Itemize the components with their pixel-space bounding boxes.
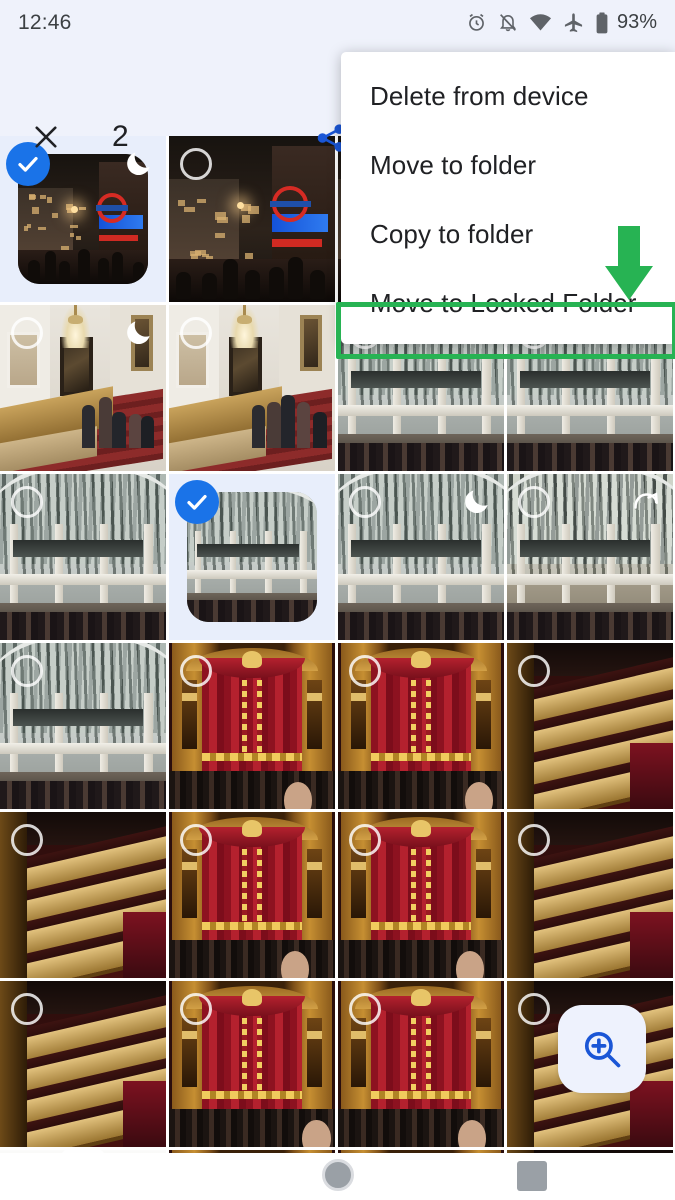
selection-ring-icon[interactable] <box>349 486 381 518</box>
photo-thumbnail[interactable] <box>0 305 166 471</box>
wifi-icon <box>529 12 552 33</box>
photo-grid-row <box>0 474 675 640</box>
photo-thumbnail[interactable] <box>169 981 335 1147</box>
menu-item-label: Delete from device <box>370 81 589 112</box>
photo-thumbnail-selected[interactable] <box>169 474 335 640</box>
menu-item-move-to-folder[interactable]: Move to folder <box>341 131 675 200</box>
photo-thumbnail[interactable] <box>169 136 335 302</box>
photo-thumbnail[interactable] <box>0 643 166 809</box>
selection-ring-icon[interactable] <box>11 993 43 1025</box>
selection-ring-icon[interactable] <box>11 486 43 518</box>
close-selection-button[interactable] <box>26 117 66 157</box>
status-bar-icons: 93% <box>466 11 657 34</box>
menu-item-label: Copy to folder <box>370 219 533 250</box>
selection-ring-icon[interactable] <box>349 655 381 687</box>
selection-ring-icon[interactable] <box>518 993 550 1025</box>
selection-ring-icon[interactable] <box>180 993 212 1025</box>
selection-ring-icon[interactable] <box>518 824 550 856</box>
photo-thumbnail[interactable] <box>169 305 335 471</box>
photo-grid-row <box>0 812 675 978</box>
battery-percent: 93% <box>617 11 657 34</box>
photo-thumbnail[interactable] <box>169 812 335 978</box>
selection-ring-icon[interactable] <box>180 148 212 180</box>
annotation-highlight-box <box>336 302 675 359</box>
battery-icon <box>595 12 609 34</box>
annotation-arrow-icon <box>600 226 658 302</box>
selection-ring-icon[interactable] <box>180 317 212 349</box>
selection-ring-icon[interactable] <box>11 824 43 856</box>
photo-thumbnail[interactable] <box>507 812 673 978</box>
nav-recents-button[interactable] <box>517 1161 547 1191</box>
android-nav-bar <box>0 1153 675 1200</box>
selection-ring-icon[interactable] <box>180 824 212 856</box>
photo-thumbnail[interactable] <box>338 643 504 809</box>
selection-ring-icon[interactable] <box>11 655 43 687</box>
photo-thumbnail-selected[interactable] <box>0 136 166 302</box>
status-bar-clock: 12:46 <box>18 11 72 35</box>
photo-thumbnail[interactable] <box>338 474 504 640</box>
notifications-muted-icon <box>498 12 518 33</box>
phone-screen: 12:46 <box>0 0 675 1200</box>
photo-thumbnail[interactable] <box>507 643 673 809</box>
selection-ring-icon[interactable] <box>518 655 550 687</box>
photo-thumbnail[interactable] <box>338 981 504 1147</box>
photo-thumbnail[interactable] <box>169 643 335 809</box>
selection-ring-icon[interactable] <box>518 486 550 518</box>
photo-thumbnail[interactable] <box>338 812 504 978</box>
selected-count: 2 <box>112 117 129 157</box>
photo-grid-row <box>0 643 675 809</box>
photo-thumbnail[interactable] <box>0 981 166 1147</box>
photo-thumbnail[interactable] <box>0 812 166 978</box>
alarm-icon <box>466 12 487 33</box>
nav-home-button[interactable] <box>322 1159 354 1191</box>
airplane-mode-icon <box>563 12 584 33</box>
night-mode-icon <box>462 486 492 521</box>
menu-item-delete-from-device[interactable]: Delete from device <box>341 62 675 131</box>
selection-ring-icon[interactable] <box>180 655 212 687</box>
photo-thumbnail[interactable] <box>507 474 673 640</box>
zoom-in-button[interactable] <box>558 1005 646 1093</box>
selection-checkmark-icon[interactable] <box>175 480 219 524</box>
selection-ring-icon[interactable] <box>11 317 43 349</box>
photo-thumbnail[interactable] <box>0 474 166 640</box>
selection-ring-icon[interactable] <box>349 824 381 856</box>
status-bar: 12:46 <box>0 0 675 45</box>
panorama-icon <box>631 486 661 521</box>
menu-item-label: Move to folder <box>370 150 536 181</box>
selection-ring-icon[interactable] <box>349 993 381 1025</box>
night-mode-icon <box>124 317 154 352</box>
